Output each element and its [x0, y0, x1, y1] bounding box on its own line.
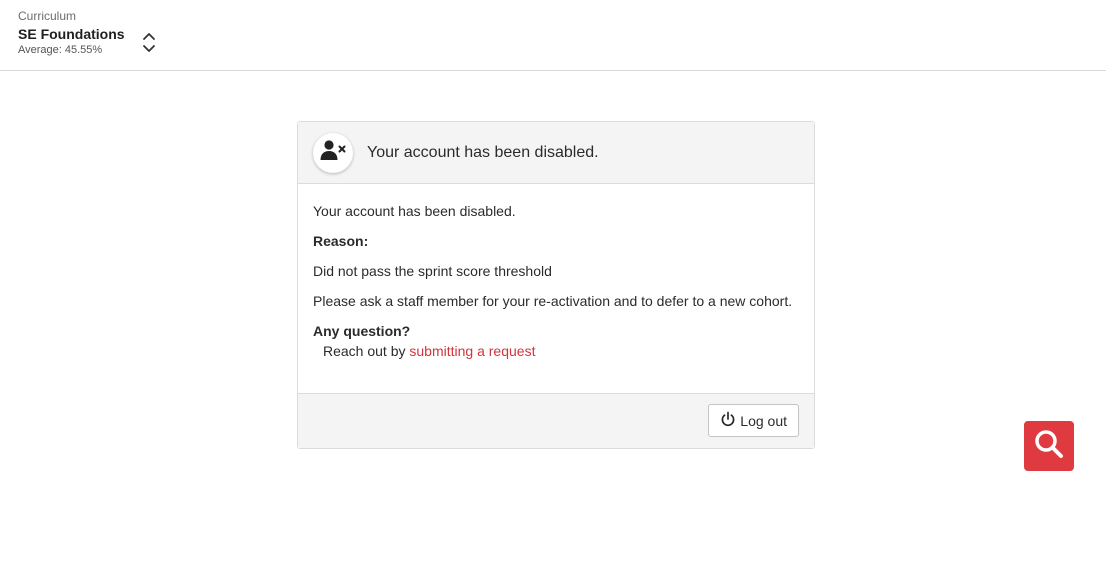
- reach-out-line: Reach out by submitting a request: [313, 341, 799, 361]
- card-header: Your account has been disabled.: [298, 122, 814, 184]
- curriculum-info: Curriculum SE Foundations Average: 45.55…: [18, 9, 125, 57]
- reach-out-prefix: Reach out by: [323, 343, 410, 359]
- curriculum-label: Curriculum: [18, 9, 77, 23]
- disabled-message: Your account has been disabled.: [313, 203, 516, 219]
- card-title: Your account has been disabled.: [367, 143, 599, 161]
- power-icon: [720, 411, 740, 430]
- user-x-icon: [320, 139, 346, 166]
- card-body: Your account has been disabled. Reason: …: [298, 184, 814, 394]
- chevron-up-down-icon[interactable]: [142, 31, 156, 55]
- logout-button[interactable]: Log out: [708, 404, 799, 437]
- curriculum-name: SE Foundations: [18, 26, 125, 42]
- search-icon: [1033, 428, 1065, 465]
- instruction-text: Please ask a staff member for your re-ac…: [313, 293, 793, 309]
- logout-label: Log out: [740, 412, 787, 429]
- search-button[interactable]: [1024, 421, 1074, 471]
- curriculum-switcher[interactable]: Curriculum SE Foundations Average: 45.55…: [18, 9, 155, 57]
- account-disabled-card: Your account has been disabled. Your acc…: [297, 121, 815, 449]
- curriculum-average: Average: 45.55%: [18, 44, 103, 56]
- top-bar: Curriculum SE Foundations Average: 45.55…: [0, 0, 1106, 71]
- avatar: [313, 132, 353, 173]
- question-label: Any question?: [313, 323, 411, 339]
- card-footer: Log out: [298, 393, 814, 448]
- reason-label: Reason:: [313, 233, 369, 249]
- submit-request-link[interactable]: submitting a request: [409, 343, 535, 359]
- reason-text: Did not pass the sprint score threshold: [313, 263, 552, 279]
